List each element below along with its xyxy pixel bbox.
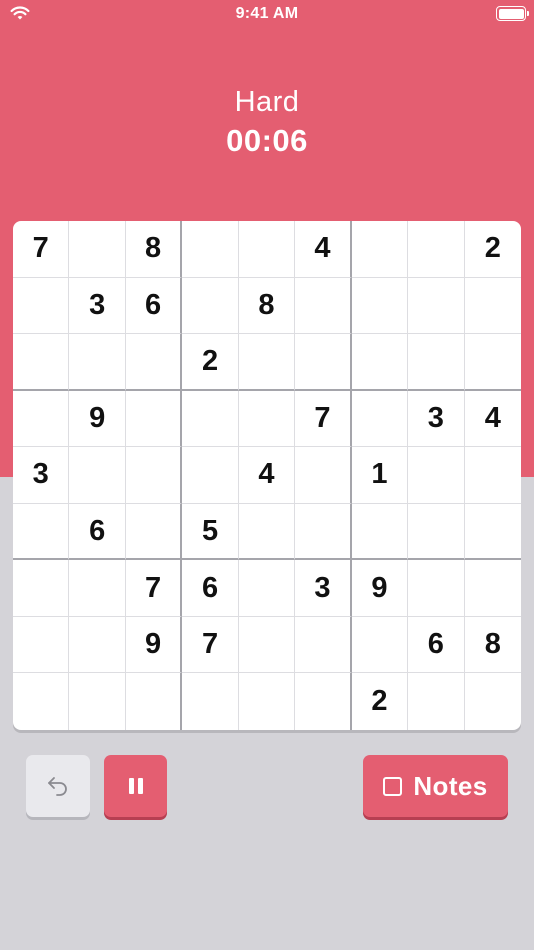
- sudoku-cell[interactable]: [238, 334, 296, 391]
- sudoku-cell[interactable]: [238, 616, 296, 674]
- sudoku-cell[interactable]: [69, 616, 126, 674]
- sudoku-cell[interactable]: [182, 277, 239, 335]
- sudoku-cell[interactable]: 5: [182, 503, 239, 561]
- undo-button[interactable]: [26, 755, 90, 817]
- sudoku-cell[interactable]: [125, 503, 183, 561]
- pause-button[interactable]: [104, 755, 167, 817]
- undo-icon: [48, 777, 67, 796]
- sudoku-cell[interactable]: 7: [125, 560, 183, 617]
- status-time: 9:41 AM: [235, 5, 299, 22]
- pause-icon: [128, 778, 143, 794]
- sudoku-cell[interactable]: [13, 673, 70, 730]
- sudoku-cell[interactable]: [238, 221, 296, 278]
- sudoku-cell[interactable]: 4: [238, 447, 296, 504]
- sudoku-cell[interactable]: 6: [408, 616, 465, 674]
- sudoku-cell[interactable]: [69, 560, 126, 617]
- sudoku-cell[interactable]: [182, 390, 239, 448]
- sudoku-cell[interactable]: [351, 334, 409, 391]
- sudoku-cell[interactable]: [182, 447, 239, 504]
- sudoku-cell[interactable]: 3: [69, 277, 126, 335]
- sudoku-cell[interactable]: 7: [13, 221, 70, 278]
- sudoku-cell[interactable]: [13, 390, 70, 448]
- sudoku-cell[interactable]: [351, 221, 409, 278]
- sudoku-cell[interactable]: 8: [125, 221, 183, 278]
- sudoku-cell[interactable]: 7: [182, 616, 239, 674]
- sudoku-cell[interactable]: [408, 673, 465, 730]
- sudoku-cell[interactable]: 8: [238, 277, 296, 335]
- sudoku-cell[interactable]: 2: [182, 334, 239, 391]
- sudoku-cell[interactable]: [408, 334, 465, 391]
- sudoku-cell[interactable]: 6: [69, 503, 126, 561]
- notes-button[interactable]: Notes: [363, 755, 508, 817]
- sudoku-cell[interactable]: [13, 334, 70, 391]
- sudoku-cell[interactable]: 8: [464, 617, 521, 674]
- sudoku-grid: 78423682973434165763997682: [13, 221, 521, 730]
- sudoku-cell[interactable]: [69, 221, 126, 278]
- sudoku-cell[interactable]: [13, 560, 70, 617]
- sudoku-cell[interactable]: 2: [352, 673, 409, 730]
- sudoku-board: 78423682973434165763997682: [13, 221, 521, 730]
- sudoku-cell[interactable]: [69, 673, 126, 730]
- sudoku-cell[interactable]: [295, 503, 352, 561]
- sudoku-cell[interactable]: [238, 560, 296, 617]
- sudoku-cell[interactable]: [238, 390, 296, 448]
- sudoku-cell[interactable]: 3: [408, 390, 465, 448]
- sudoku-cell[interactable]: 6: [125, 277, 183, 335]
- sudoku-cell[interactable]: 9: [125, 616, 183, 674]
- sudoku-cell[interactable]: [13, 277, 70, 335]
- sudoku-cell[interactable]: [464, 278, 521, 335]
- sudoku-cell[interactable]: [464, 560, 521, 617]
- status-bar: 9:41 AM: [0, 0, 534, 28]
- sudoku-cell[interactable]: [13, 503, 70, 561]
- sudoku-cell[interactable]: [351, 390, 409, 448]
- sudoku-cell[interactable]: [295, 616, 352, 674]
- sudoku-cell[interactable]: [69, 447, 126, 504]
- sudoku-cell[interactable]: [69, 334, 126, 391]
- checkbox-icon: [383, 776, 403, 796]
- sudoku-cell[interactable]: [464, 334, 521, 391]
- sudoku-cell[interactable]: [408, 447, 465, 504]
- sudoku-cell[interactable]: 3: [295, 560, 352, 617]
- notes-label: Notes: [413, 770, 488, 801]
- sudoku-cell[interactable]: 4: [295, 221, 352, 278]
- game-timer: 00:06: [226, 123, 308, 158]
- sudoku-cell[interactable]: [182, 221, 239, 278]
- sudoku-cell[interactable]: [295, 673, 352, 730]
- sudoku-cell[interactable]: [464, 504, 521, 561]
- sudoku-cell[interactable]: 2: [464, 221, 521, 278]
- sudoku-cell[interactable]: [351, 616, 409, 674]
- sudoku-cell[interactable]: [13, 616, 70, 674]
- sudoku-cell[interactable]: [238, 503, 296, 561]
- sudoku-cell[interactable]: 4: [464, 391, 521, 448]
- sudoku-cell[interactable]: [125, 447, 183, 504]
- sudoku-cell[interactable]: [239, 673, 296, 730]
- sudoku-cell[interactable]: [408, 277, 465, 335]
- sudoku-cell[interactable]: [408, 221, 465, 278]
- difficulty-label: Hard: [234, 86, 300, 118]
- sudoku-cell[interactable]: [125, 390, 183, 448]
- sudoku-cell[interactable]: [295, 334, 352, 391]
- sudoku-cell[interactable]: [408, 503, 465, 561]
- sudoku-cell[interactable]: 9: [69, 390, 126, 448]
- sudoku-cell[interactable]: [351, 503, 409, 561]
- sudoku-cell[interactable]: 6: [182, 560, 239, 617]
- sudoku-cell[interactable]: 7: [295, 390, 352, 448]
- sudoku-cell[interactable]: [464, 447, 521, 504]
- sudoku-cell[interactable]: [182, 673, 239, 730]
- sudoku-cell[interactable]: 3: [13, 447, 70, 504]
- sudoku-cell[interactable]: [295, 277, 352, 335]
- sudoku-cell[interactable]: [295, 447, 352, 504]
- sudoku-cell[interactable]: 9: [351, 560, 409, 617]
- sudoku-cell[interactable]: [465, 673, 521, 730]
- sudoku-cell[interactable]: [408, 560, 465, 617]
- battery-icon: [496, 6, 529, 21]
- sudoku-cell[interactable]: [351, 277, 409, 335]
- sudoku-cell[interactable]: 1: [351, 447, 409, 504]
- sudoku-cell[interactable]: [125, 334, 183, 391]
- sudoku-cell[interactable]: [126, 673, 183, 730]
